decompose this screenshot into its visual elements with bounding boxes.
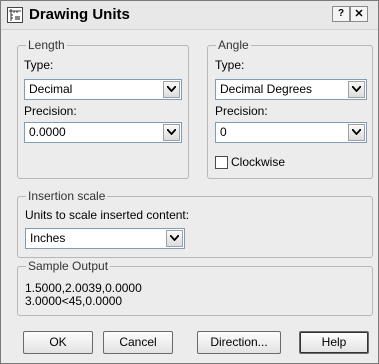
cancel-button[interactable]: Cancel — [103, 331, 173, 354]
length-precision-label: Precision: — [24, 104, 77, 118]
help-button[interactable]: Help — [299, 331, 369, 354]
insertion-scale-legend: Insertion scale — [26, 189, 108, 203]
length-precision-select[interactable]: 0.0000 — [24, 122, 182, 143]
chevron-down-icon[interactable] — [348, 81, 365, 98]
help-icon[interactable]: ? — [332, 6, 350, 22]
insertion-units-select[interactable]: Inches — [25, 228, 185, 249]
ok-button[interactable]: OK — [23, 331, 93, 354]
chevron-down-icon[interactable] — [348, 124, 365, 141]
insertion-scale-group: Insertion scale Units to scale inserted … — [17, 189, 373, 258]
angle-type-label: Type: — [215, 58, 245, 72]
chevron-down-icon[interactable] — [163, 81, 180, 98]
sample-output-line-2: 3.0000<45,0.0000 — [25, 294, 123, 308]
angle-precision-value: 0 — [220, 125, 227, 139]
angle-type-select[interactable]: Decimal Degrees — [215, 79, 367, 100]
sample-output-legend: Sample Output — [26, 259, 111, 273]
angle-type-value: Decimal Degrees — [220, 82, 313, 96]
angle-legend: Angle — [216, 38, 251, 52]
length-type-select[interactable]: Decimal — [24, 79, 182, 100]
length-legend: Length — [26, 38, 67, 52]
angle-group: Angle Type: Decimal Degrees Precision: 0… — [207, 38, 373, 179]
length-type-label: Type: — [24, 58, 54, 72]
length-group: Length Type: Decimal Precision: 0.0000 — [17, 38, 189, 179]
drawing-units-icon — [7, 7, 23, 23]
angle-precision-select[interactable]: 0 — [215, 122, 367, 143]
window-title: Drawing Units — [29, 6, 130, 23]
close-icon[interactable]: ✕ — [350, 6, 368, 22]
chevron-down-icon[interactable] — [166, 230, 183, 247]
direction-button[interactable]: Direction... — [197, 331, 281, 354]
length-precision-value: 0.0000 — [29, 125, 66, 139]
insertion-units-value: Inches — [30, 231, 66, 245]
chevron-down-icon[interactable] — [163, 124, 180, 141]
length-type-value: Decimal — [29, 82, 73, 96]
insertion-scale-label: Units to scale inserted content: — [25, 208, 190, 222]
drawing-units-dialog: Drawing Units ? ✕ Length Type: Decimal P… — [0, 0, 379, 364]
clockwise-checkbox[interactable] — [215, 156, 228, 169]
clockwise-label[interactable]: Clockwise — [231, 155, 285, 169]
angle-precision-label: Precision: — [215, 104, 268, 118]
title-bar[interactable]: Drawing Units ? ✕ — [1, 1, 378, 30]
